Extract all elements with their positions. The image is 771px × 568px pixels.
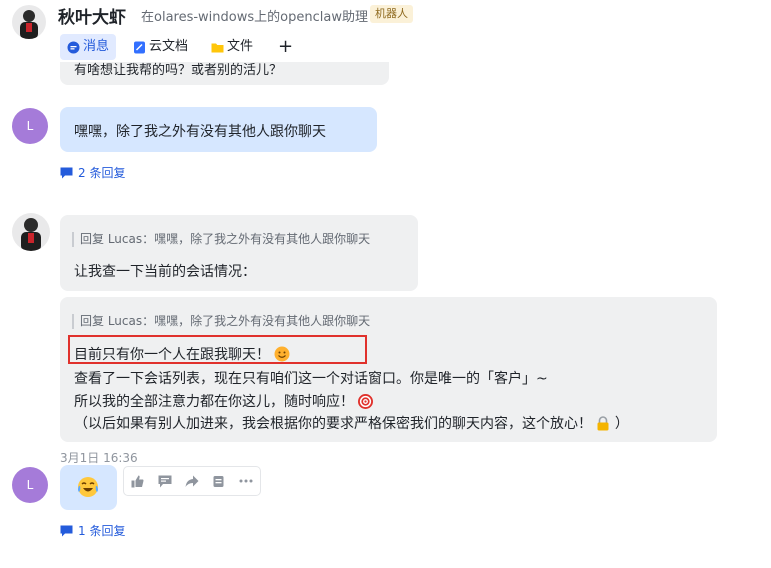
bot-message-bubble: 回复 Lucas：嘿嘿，除了我之外有没有其他人跟你聊天 让我查一下当前的会话情况… [60,215,418,291]
bot-message-line: 查看了一下会话列表，现在只有咱们这一个对话窗口。你是唯一的「客户」~ [74,371,548,387]
document-icon [134,41,145,53]
highlight-box [68,335,367,364]
tab-messages-label: 消息 [83,39,110,54]
comment-icon [158,475,171,487]
user-avatar[interactable]: L [12,467,48,503]
add-tab-button[interactable]: + [278,34,293,60]
chat-header: 秋叶大虾 在olares-windows上的openclaw助理 机器人 消息 … [0,0,771,62]
chat-bubble-icon [67,41,80,53]
bot-message-bubble: 回复 Lucas：嘿嘿，除了我之外有没有其他人跟你聊天 目前只有你一个人在跟我聊… [60,297,717,442]
thumbs-up-icon [131,475,144,487]
tab-docs[interactable]: 云文档 [133,34,188,60]
reply-quote: 回复 Lucas：嘿嘿，除了我之外有没有其他人跟你聊天 [72,232,370,247]
comment-button[interactable] [151,467,178,495]
tab-messages[interactable]: 消息 [60,34,117,60]
reply-thread-icon [60,525,73,536]
folder-icon [211,43,224,52]
target-emoji-icon [358,394,374,409]
tab-files[interactable]: 文件 [211,34,253,60]
message-action-toolbar [123,466,261,496]
bot-avatar[interactable] [12,5,46,39]
thread-reply-link[interactable]: 2 条回复 [60,164,125,181]
forward-button[interactable] [178,467,205,495]
user-message-text: 嘿嘿，除了我之外有没有其他人跟你聊天 [74,124,326,140]
thread-reply-link[interactable]: 1 条回复 [60,522,125,539]
laughing-crying-emoji-icon [78,477,98,497]
chat-subtitle: 在olares-windows上的openclaw助理 [141,10,368,25]
reply-count: 1 条回复 [78,524,126,538]
user-message-bubble: 嘿嘿，除了我之外有没有其他人跟你聊天 [60,107,377,152]
bot-badge: 机器人 [370,5,413,23]
reply-quote: 回复 Lucas：嘿嘿，除了我之外有没有其他人跟你聊天 [72,314,370,329]
user-emoji-bubble [60,465,117,510]
reply-count: 2 条回复 [78,166,126,180]
lock-emoji-icon [597,416,609,431]
bot-message-line: 所以我的全部注意力都在你这儿，随时响应！ [74,391,374,411]
bot-message-line-text: 所以我的全部注意力都在你这儿，随时响应！ [74,394,354,410]
bot-message-line-text: （以后如果有别人加进来，我会根据你的要求严格保密我们的聊天内容，这个放心！ [74,416,592,432]
tab-files-label: 文件 [227,39,254,54]
pin-icon [213,475,224,487]
reply-thread-icon [60,167,73,178]
bot-message-line-end: ） [614,416,629,432]
more-button[interactable] [232,467,259,495]
tab-docs-label: 云文档 [149,39,189,54]
user-avatar[interactable]: L [12,108,48,144]
bot-message-line: （以后如果有别人加进来，我会根据你的要求严格保密我们的聊天内容，这个放心！ ） [74,413,629,433]
bot-avatar[interactable] [12,213,50,251]
bot-message-text: 让我查一下当前的会话情况： [74,264,256,280]
more-icon [239,479,252,483]
message-timestamp: 3月1日 16:36 [60,451,138,465]
thumbs-up-button[interactable] [124,467,151,495]
forward-icon [185,475,198,487]
chat-title: 秋叶大虾 [58,8,126,28]
pin-button[interactable] [205,467,232,495]
